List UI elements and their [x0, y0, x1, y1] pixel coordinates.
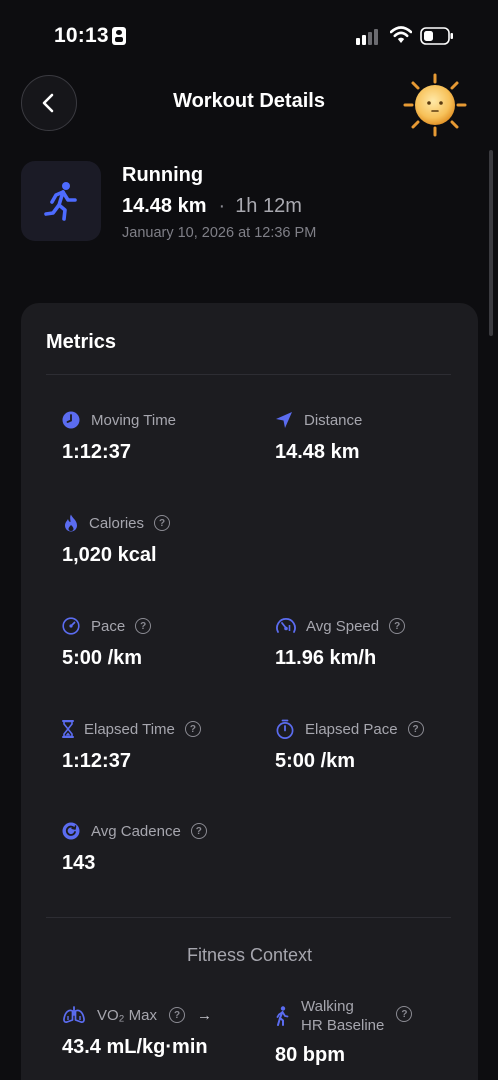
metric-distance: Distance 14.48 km [275, 409, 362, 464]
metric-value: 11.96 km/h [275, 647, 377, 669]
metric-elapsed-time: Elapsed Time ? 1:12:37 [62, 718, 201, 773]
metric-walking-hr-baseline: Walking HR Baseline ? 80 bpm [275, 997, 413, 1067]
activity-tile [21, 161, 101, 241]
metric-moving-time: Moving Time 1:12:37 [62, 409, 176, 464]
summary-duration: 1h 12m [235, 195, 302, 217]
metric-avg-cadence: Avg Cadence ? 143 [62, 820, 207, 875]
stopwatch-icon [275, 719, 295, 739]
metrics-title: Metrics [46, 331, 117, 353]
metric-value: 1:12:37 [62, 750, 131, 772]
metric-label: Distance [304, 411, 363, 429]
help-icon[interactable]: ? [135, 618, 152, 634]
battery-icon [420, 27, 453, 45]
metric-value: 5:00 /km [62, 647, 143, 669]
hourglass-icon [62, 720, 74, 738]
metric-value: 143 [62, 852, 96, 874]
metric-calories: Calories ? 1,020 kcal [62, 512, 171, 567]
help-icon[interactable]: ? [389, 618, 406, 634]
help-icon[interactable]: ? [154, 515, 171, 531]
metric-label: Avg Speed [306, 617, 380, 635]
metric-label: Elapsed Pace [305, 720, 398, 738]
location-arrow-icon [275, 411, 293, 429]
help-icon[interactable]: ? [407, 721, 424, 737]
speedometer-icon [275, 617, 297, 635]
metric-pace: Pace ? 5:00 /km [62, 615, 152, 670]
flame-icon [62, 514, 80, 532]
walking-person-icon [275, 1006, 289, 1026]
id-card-icon [112, 27, 126, 45]
metric-value: 14.48 km [275, 441, 360, 463]
metric-label-line1: Walking [301, 998, 354, 1015]
workout-summary: 14.48 km · 1h 12m [122, 195, 302, 218]
help-icon[interactable]: ? [396, 1006, 413, 1022]
metric-value: 5:00 /km [275, 750, 356, 772]
arrow-right-icon: → [197, 1006, 212, 1024]
metric-label: Moving Time [91, 411, 177, 429]
summary-distance: 14.48 km [122, 195, 207, 217]
metric-label: Walking HR Baseline [301, 997, 384, 1035]
help-icon[interactable]: ? [190, 823, 207, 839]
workout-date: January 10, 2026 at 12:36 PM [122, 225, 317, 241]
help-icon[interactable]: ? [184, 721, 201, 737]
cellular-signal-icon [356, 27, 382, 45]
metric-value: 1,020 kcal [62, 544, 157, 566]
sun-face-icon[interactable] [402, 72, 468, 138]
status-time: 10:13 [54, 24, 109, 47]
summary-separator: · [218, 195, 226, 217]
metric-elapsed-pace: Elapsed Pace ? 5:00 /km [275, 718, 424, 773]
cadence-icon [62, 822, 80, 840]
metric-value: 1:12:37 [62, 441, 131, 463]
metric-label: VO₂ Max [97, 1006, 157, 1024]
status-bar: 10:13 [0, 0, 498, 70]
metric-label: Elapsed Time [84, 720, 175, 738]
metric-label-line2: HR Baseline [301, 1017, 385, 1034]
metric-vo2max[interactable]: VO₂ Max ? → 43.4 mL/kg·min [62, 1004, 212, 1059]
lungs-icon [62, 1006, 86, 1024]
divider [46, 374, 451, 375]
activity-name: Running [122, 164, 204, 186]
running-person-icon [44, 182, 77, 221]
metric-avg-speed: Avg Speed ? 11.96 km/h [275, 615, 406, 670]
gauge-icon [62, 617, 80, 635]
metric-label: Calories [89, 514, 145, 532]
clock-icon [62, 411, 80, 429]
metric-label: Avg Cadence [91, 822, 181, 840]
metric-value: 80 bpm [275, 1044, 346, 1066]
metrics-card: Metrics Moving Time 1:12:37 Distance 14.… [21, 303, 478, 1080]
scrollbar[interactable] [489, 150, 493, 336]
help-icon[interactable]: ? [169, 1007, 185, 1023]
metric-value: 43.4 mL/kg·min [62, 1036, 208, 1058]
divider [46, 917, 451, 918]
metric-label: Pace [91, 617, 126, 635]
fitness-context-title: Fitness Context [186, 945, 313, 965]
wifi-icon [390, 26, 412, 43]
